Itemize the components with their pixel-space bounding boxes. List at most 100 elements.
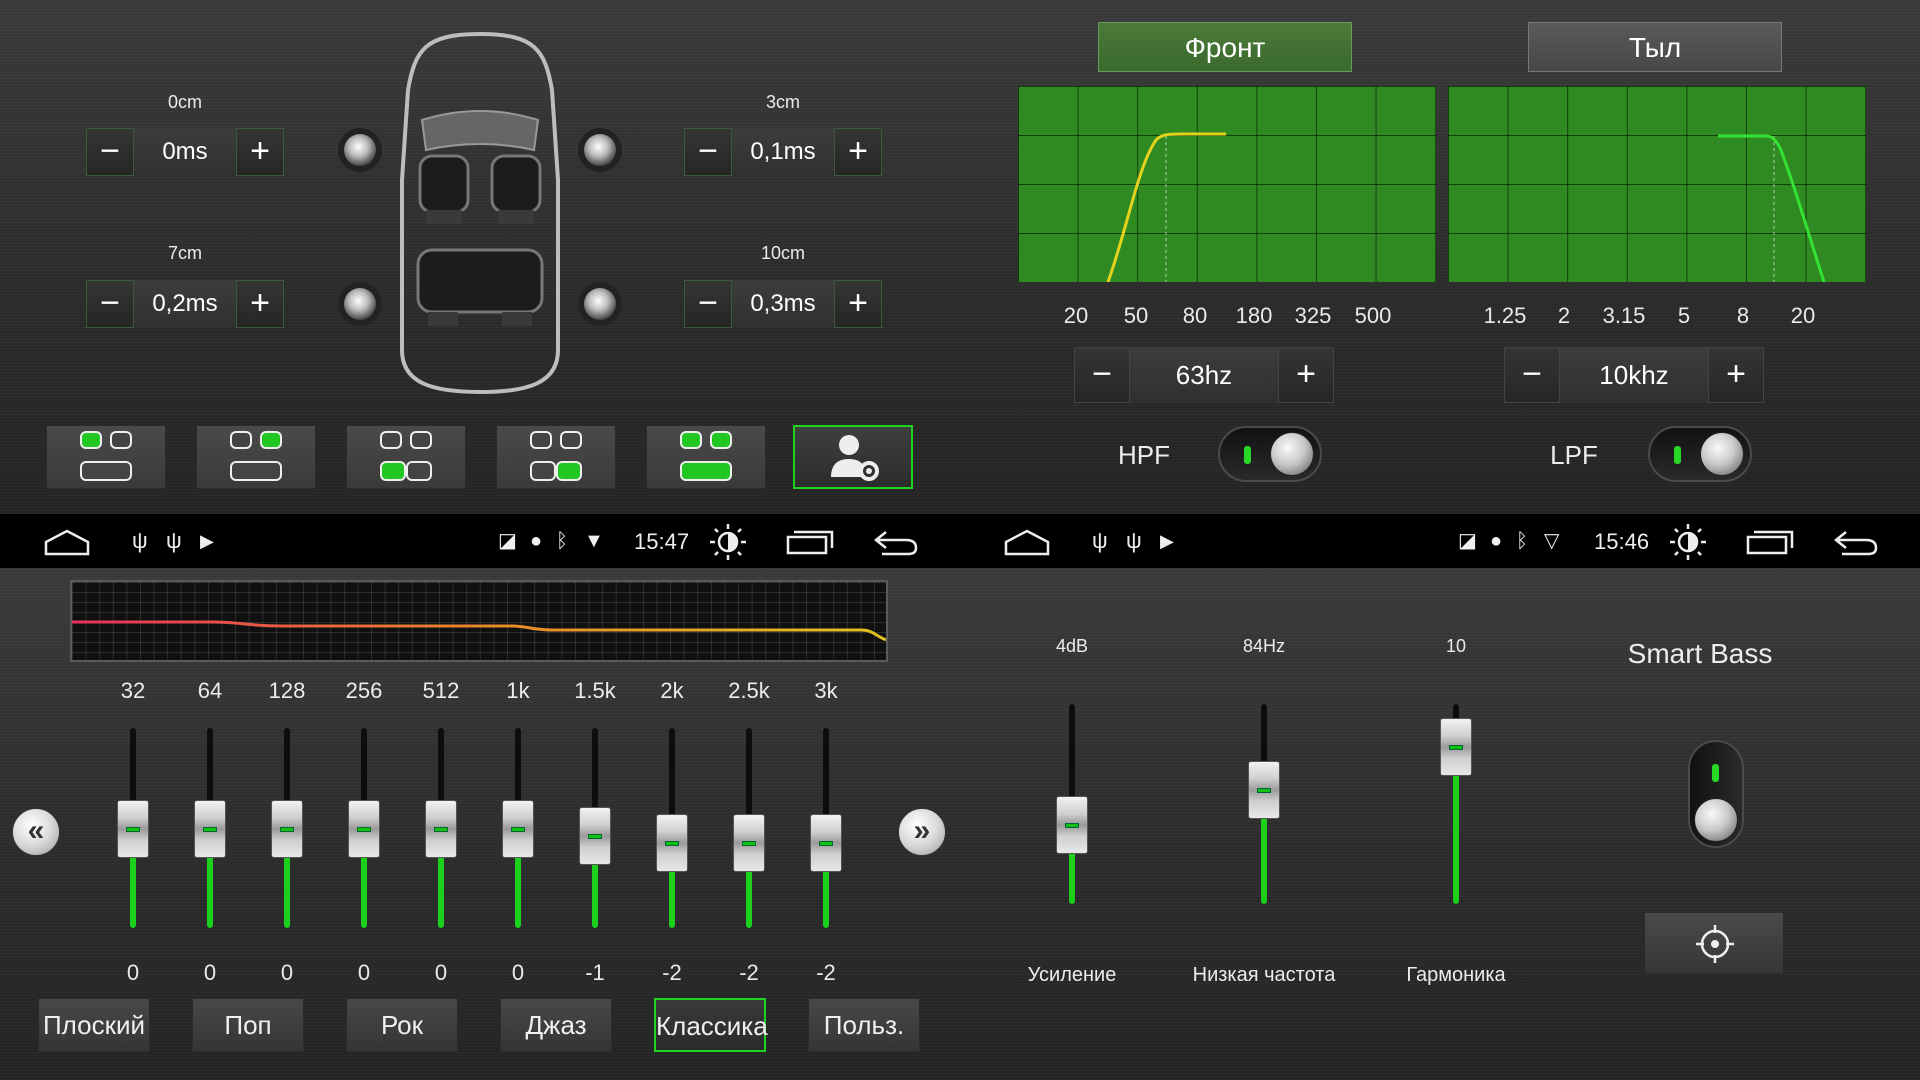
home-icon-right[interactable] [1002,528,1052,556]
eq-band-freq: 3k [814,678,838,703]
seat-front-left-button[interactable] [46,425,166,489]
eq-band-gain: -2 [816,960,836,985]
delay-rr-plus-button[interactable]: + [834,280,882,328]
hpf-toggle-led [1244,446,1251,464]
eq-band-freq: 1.5k [574,678,616,703]
delay-fr-minus-button[interactable]: − [684,128,732,176]
eq-band-knob[interactable] [810,814,842,872]
lpf-toggle[interactable] [1648,426,1752,482]
tab-rear[interactable]: Тыл [1528,22,1782,72]
eq-preset-button[interactable]: Плоский [38,998,150,1052]
delay-rl-value: 0,2ms [134,280,236,328]
lpf-minus-button[interactable]: − [1504,347,1560,403]
delay-fl-minus-button[interactable]: − [86,128,134,176]
recent-apps-icon[interactable] [786,529,834,555]
delay-rl-minus-button[interactable]: − [86,280,134,328]
eq-band-gain: 0 [434,960,448,985]
seat-rear-left-button[interactable] [346,425,466,489]
hpf-toggle[interactable] [1218,426,1322,482]
lpf-label: LPF [1550,440,1598,470]
eq-response-line [72,620,887,642]
hpf-value: 63hz [1130,347,1278,403]
eq-band-knob[interactable] [502,800,534,858]
wifi-icon-right: ▽ [1544,530,1560,552]
bass-slider-value: 4dB [1055,636,1089,656]
bass-slider-knob[interactable] [1056,796,1088,854]
seat-rear-right-button[interactable] [496,425,616,489]
lpf-value: 10khz [1560,347,1708,403]
eq-preset-button[interactable]: Классика [654,998,768,1052]
smart-bass-target-button[interactable] [1644,912,1784,974]
eq-band-knob-mark [357,827,371,832]
brightness-icon-right[interactable] [1668,522,1708,562]
lpf-curve [1718,134,1826,282]
eq-preset-button[interactable]: Джаз [500,998,612,1052]
user-settings-button[interactable] [793,425,913,489]
eq-band-knob[interactable] [579,807,611,865]
home-icon[interactable] [42,528,92,556]
clock: 15:47 [634,529,690,554]
lpf-scale-0: 1.25 [1483,303,1527,328]
bass-slider-label: Гармоника [1406,964,1506,986]
recent-apps-icon-right[interactable] [1746,529,1794,555]
bass-slider-knob[interactable] [1440,718,1472,776]
eq-preset-button[interactable]: Польз. [808,998,920,1052]
play-store-icon: ▶ [200,531,214,551]
hpf-scale-3: 180 [1235,303,1273,328]
eq-band-freq: 32 [120,678,146,703]
delay-rr-distance: 10cm [760,243,805,263]
lpf-scale-5: 20 [1790,303,1816,328]
brightness-icon[interactable] [708,522,748,562]
status-bar-right: ψ ψ ▶ ◪ ● ᛒ ▽ 15:46 [960,514,1920,568]
eq-next-button[interactable]: » [898,808,946,856]
delay-fr-plus-button[interactable]: + [834,128,882,176]
bass-slider-knob[interactable] [1248,761,1280,819]
eq-band-freq: 2k [660,678,684,703]
location-icon-right: ● [1490,530,1503,552]
smart-bass-toggle[interactable] [1688,740,1744,848]
usb-icon-2: ψ [166,528,182,553]
user-gear-icon [831,435,879,481]
usb-icon: ψ [132,528,148,553]
eq-prev-button[interactable]: « [12,808,60,856]
seat-front-both-button[interactable] [646,425,766,489]
hpf-minus-button[interactable]: − [1074,347,1130,403]
eq-band-gain: 0 [203,960,217,985]
eq-band-knob[interactable] [733,814,765,872]
hpf-plus-button[interactable]: + [1278,347,1334,403]
usb-icon-right: ψ [1092,528,1108,553]
bass-slider-label: Усиление [1027,964,1117,986]
eq-band-knob[interactable] [425,800,457,858]
eq-band-knob-mark [126,827,140,832]
lpf-graph [1448,86,1866,282]
eq-band-knob[interactable] [194,800,226,858]
seat-front-right-button[interactable] [196,425,316,489]
smart-bass-led [1712,764,1719,782]
eq-band-knob-mark [434,827,448,832]
lpf-scale-3: 5 [1677,303,1691,328]
eq-preset-button[interactable]: Поп [192,998,304,1052]
bass-slider-knob-mark [1257,788,1271,793]
eq-band-knob[interactable] [348,800,380,858]
play-store-icon-right: ▶ [1160,531,1174,551]
delay-fr-distance: 3cm [765,92,800,112]
delay-rl-plus-button[interactable]: + [236,280,284,328]
eq-band-gain: 0 [511,960,525,985]
eq-band-gain: -2 [662,960,682,985]
hpf-toggle-knob [1270,432,1314,476]
lpf-plus-button[interactable]: + [1708,347,1764,403]
hpf-scale-2: 80 [1182,303,1208,328]
eq-band-knob[interactable] [117,800,149,858]
delay-fl-plus-button[interactable]: + [236,128,284,176]
eq-band-freq: 256 [345,678,383,703]
crossover-panel: Фронт Тыл 20 50 80 180 325 500 − 63hz + … [960,0,1920,514]
smart-bass-panel: 4dB Усиление 84Hz Низкая частота 10 Гармоника… [960,568,1920,1080]
back-icon-right[interactable] [1832,528,1878,556]
eq-band-knob[interactable] [656,814,688,872]
eq-preset-button[interactable]: Рок [346,998,458,1052]
back-icon[interactable] [872,528,918,556]
delay-rr-minus-button[interactable]: − [684,280,732,328]
hpf-scale-4: 325 [1294,303,1332,328]
eq-band-knob[interactable] [271,800,303,858]
tab-front[interactable]: Фронт [1098,22,1352,72]
